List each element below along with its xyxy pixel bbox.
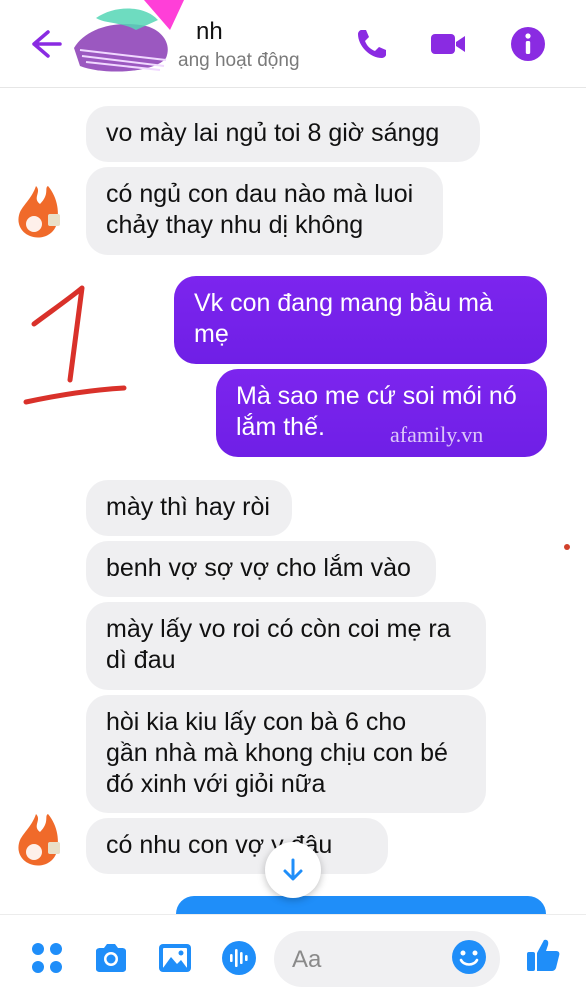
message-bubble-outgoing[interactable]: Mà sao me cứ soi mói nó lắm thế. — [216, 369, 547, 457]
message-bubble-incoming[interactable]: có nhu con vợ y đâu — [86, 818, 388, 874]
like-icon[interactable] — [524, 936, 562, 974]
emoji-icon[interactable] — [450, 938, 488, 976]
message-bubble-incoming[interactable]: benh vợ sợ vợ cho lắm vào — [86, 541, 436, 597]
info-icon[interactable] — [508, 24, 548, 64]
partial-outgoing-bubble — [176, 896, 546, 914]
message-bubble-incoming[interactable]: có ngủ con dau nào mà luoi chảy thay nhu… — [86, 167, 443, 255]
apps-icon[interactable] — [28, 939, 66, 977]
sender-avatar[interactable] — [14, 184, 64, 240]
back-arrow-icon[interactable] — [26, 26, 62, 62]
handwritten-number-one — [23, 285, 127, 405]
message-input-placeholder: Aa — [292, 946, 322, 973]
chat-header: nh ang hoạt động — [0, 0, 586, 88]
contact-name: nh — [196, 18, 223, 45]
scroll-to-bottom-button[interactable] — [265, 842, 321, 898]
message-bubble-incoming[interactable]: vo mày lai ngủ toi 8 giờ sángg — [86, 106, 480, 162]
voice-icon[interactable] — [220, 939, 258, 977]
video-call-icon[interactable] — [428, 24, 468, 64]
message-bubble-incoming[interactable]: mày thì hay ròi — [86, 480, 292, 536]
active-status: ang hoạt động — [178, 50, 300, 71]
arrow-down-icon — [283, 858, 303, 881]
stray-dot — [564, 544, 570, 550]
gallery-icon[interactable] — [156, 939, 194, 977]
message-bubble-incoming[interactable]: mày lấy vo roi có còn coi mẹ ra dì đau — [86, 602, 486, 690]
sender-avatar[interactable] — [14, 812, 64, 868]
message-bubble-incoming[interactable]: hòi kia kiu lấy con bà 6 cho gần nhà mà … — [86, 695, 486, 813]
message-bubble-outgoing[interactable]: Vk con đang mang bầu mà mẹ — [174, 276, 547, 364]
redacted-avatar-scribble — [74, 0, 184, 72]
camera-icon[interactable] — [92, 939, 130, 977]
phone-icon[interactable] — [352, 24, 392, 64]
watermark: afamily.vn — [390, 422, 484, 447]
